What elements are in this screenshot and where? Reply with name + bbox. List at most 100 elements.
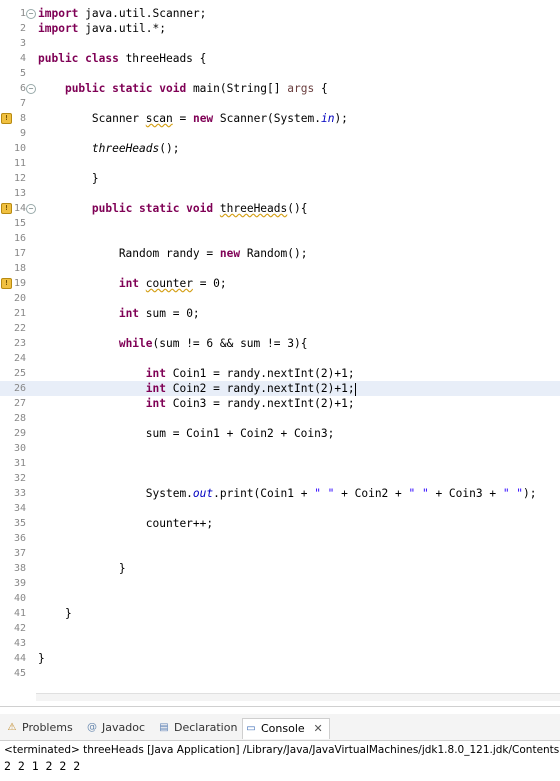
tab-javadoc[interactable]: @ Javadoc [84, 718, 145, 738]
code-text: sum = Coin1 + Coin2 + Coin3; [38, 427, 335, 440]
console-status: <terminated> threeHeads [Java Applicatio… [4, 744, 560, 756]
code-line[interactable]: 30 [0, 441, 560, 456]
line-number: 16 [13, 233, 26, 244]
code-line[interactable]: 39 [0, 576, 560, 591]
code-line[interactable]: 37 [0, 546, 560, 561]
line-number: 34 [13, 503, 26, 514]
code-line[interactable]: 16 [0, 231, 560, 246]
line-number: 4 [19, 53, 26, 64]
code-line[interactable]: 33 System.out.print(Coin1 + " " + Coin2 … [0, 486, 560, 501]
code-line[interactable]: 42 [0, 621, 560, 636]
code-text: } [38, 562, 126, 575]
code-line[interactable]: 34 [0, 501, 560, 516]
tab-problems-label: Problems [22, 721, 73, 734]
code-line[interactable]: 45 [0, 666, 560, 681]
line-number: 1 [19, 8, 26, 19]
tab-console-label: Console [261, 722, 305, 735]
tab-problems[interactable]: ⚠ Problems [4, 718, 73, 738]
javadoc-icon: @ [87, 722, 97, 733]
line-number: 6 [19, 83, 26, 94]
code-text: System.out.print(Coin1 + " " + Coin2 + "… [38, 487, 537, 500]
code-text: while(sum != 6 && sum != 3){ [118, 337, 308, 350]
code-line[interactable]: 8! Scanner scan = new Scanner(System.in)… [0, 111, 560, 126]
code-line[interactable]: 1− import java.util.Scanner; [0, 6, 560, 21]
code-line[interactable]: 29 sum = Coin1 + Coin2 + Coin3; [0, 426, 560, 441]
line-number: 21 [13, 308, 26, 319]
code-line[interactable]: 24 [0, 351, 560, 366]
line-number: 5 [19, 68, 26, 79]
code-line[interactable]: 35 counter++; [0, 516, 560, 531]
code-line[interactable]: 6− public static void main(String[] args… [0, 81, 560, 96]
code-line[interactable]: 17 Random randy = new Random(); [0, 246, 560, 261]
console-icon: ▭ [246, 723, 256, 734]
code-line[interactable]: 5 [0, 66, 560, 81]
code-line[interactable]: 18 [0, 261, 560, 276]
code-line[interactable]: 22 [0, 321, 560, 336]
line-number: 39 [13, 578, 26, 589]
code-text: Scanner scan = new Scanner(System.in); [38, 112, 348, 125]
line-number: 15 [13, 218, 26, 229]
code-line[interactable]: 44} [0, 651, 560, 666]
code-line[interactable]: 13 [0, 186, 560, 201]
code-text: } [38, 172, 99, 185]
code-line[interactable]: 7 [0, 96, 560, 111]
code-text: Random randy = new Random(); [38, 247, 308, 260]
code-line[interactable]: 38 } [0, 561, 560, 576]
code-line[interactable]: 32 [0, 471, 560, 486]
code-line[interactable]: 4 public class threeHeads { [0, 51, 560, 66]
line-number: 28 [13, 413, 26, 424]
line-number: 30 [13, 443, 26, 454]
line-number: 36 [13, 533, 26, 544]
code-line[interactable]: 15 [0, 216, 560, 231]
line-number: 12 [13, 173, 26, 184]
warning-marker-icon[interactable]: ! [1, 278, 12, 289]
code-line[interactable]: 23 while(sum != 6 && sum != 3){ [0, 336, 560, 351]
tab-console[interactable]: ▭ Console ✕ [242, 718, 330, 739]
code-text: public static void main(String[] args { [64, 82, 328, 95]
code-line[interactable]: 26 int Coin2 = randy.nextInt(2)+1; [0, 381, 560, 396]
code-line[interactable]: 2 import java.util.*; [0, 21, 560, 36]
line-number: 44 [13, 653, 26, 664]
code-line[interactable]: 25 int Coin1 = randy.nextInt(2)+1; [0, 366, 560, 381]
line-number: 23 [13, 338, 26, 349]
code-line[interactable]: 14! − public static void threeHeads(){ [0, 201, 560, 216]
code-editor[interactable]: 1− import java.util.Scanner; 2 import java.… [0, 0, 560, 701]
tab-declaration-label: Declaration [174, 721, 238, 734]
code-line[interactable]: 21 int sum = 0; [0, 306, 560, 321]
line-number: 9 [19, 128, 26, 139]
code-line[interactable]: 40 [0, 591, 560, 606]
close-icon[interactable]: ✕ [313, 719, 322, 739]
code-line[interactable]: 11 [0, 156, 560, 171]
code-line[interactable]: 19! int counter = 0; [0, 276, 560, 291]
line-number: 7 [19, 98, 26, 109]
line-number: 18 [13, 263, 26, 274]
code-line[interactable]: 9 [0, 126, 560, 141]
code-line[interactable]: 43 [0, 636, 560, 651]
code-line[interactable]: 28 [0, 411, 560, 426]
code-line[interactable]: 27 int Coin3 = randy.nextInt(2)+1; [0, 396, 560, 411]
line-number: 24 [13, 353, 26, 364]
warning-marker-icon[interactable]: ! [1, 113, 12, 124]
fold-toggle-icon[interactable]: − [26, 9, 36, 19]
fold-toggle-icon[interactable]: − [26, 84, 36, 94]
code-line[interactable]: 12 } [0, 171, 560, 186]
code-line[interactable]: 31 [0, 456, 560, 471]
warning-marker-icon[interactable]: ! [1, 203, 12, 214]
code-line[interactable]: 20 [0, 291, 560, 306]
tab-declaration[interactable]: ▤ Declaration [156, 718, 237, 738]
code-line[interactable]: 41 } [0, 606, 560, 621]
code-text: import java.util.*; [38, 22, 166, 35]
line-number: 3 [19, 38, 26, 49]
fold-toggle-icon[interactable]: − [26, 204, 36, 214]
code-line[interactable]: 10 threeHeads(); [0, 141, 560, 156]
panel-divider[interactable] [0, 706, 560, 707]
bottom-panel-tabbar: ⚠ Problems @ Javadoc ▤ Declaration ▭ Con… [0, 714, 560, 741]
horizontal-scrollbar[interactable] [36, 693, 560, 701]
code-text: public static void threeHeads(){ [91, 202, 308, 215]
line-number: 31 [13, 458, 26, 469]
line-number: 32 [13, 473, 26, 484]
console-view[interactable]: <terminated> threeHeads [Java Applicatio… [0, 741, 560, 781]
code-line[interactable]: 3 [0, 36, 560, 51]
code-text: } [38, 607, 72, 620]
code-line[interactable]: 36 [0, 531, 560, 546]
